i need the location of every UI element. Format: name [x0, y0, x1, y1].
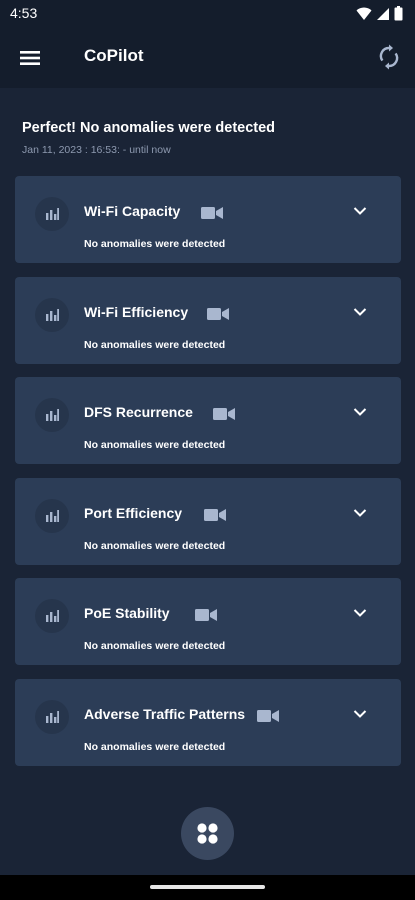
status-icons — [356, 6, 403, 21]
bar-chart-icon — [46, 208, 59, 220]
grid-menu-fab[interactable] — [181, 807, 234, 860]
video-camera-icon[interactable] — [213, 407, 235, 421]
chevron-down-icon[interactable] — [353, 307, 367, 317]
chevron-down-icon[interactable] — [353, 206, 367, 216]
card-title: Wi-Fi Efficiency — [84, 303, 189, 320]
card-status: No anomalies were detected — [84, 740, 226, 753]
card-status: No anomalies were detected — [84, 539, 226, 552]
card-title: Wi-Fi Capacity — [84, 203, 181, 219]
refresh-icon[interactable] — [377, 44, 401, 70]
bar-chart-icon — [46, 409, 59, 421]
card-badge — [35, 599, 69, 633]
app-title: CoPilot — [84, 46, 144, 65]
card-adverse-traffic-patterns[interactable]: Adverse Traffic Patterns No anomalies we… — [15, 678, 401, 766]
card-status: No anomalies were detected — [84, 439, 226, 451]
card-title: PoE Stability — [84, 605, 170, 621]
card-dfs-recurrence[interactable]: DFS Recurrence No anomalies were detecte… — [15, 377, 401, 464]
hamburger-menu-icon[interactable] — [18, 46, 42, 70]
card-status: No anomalies were detected — [84, 238, 226, 250]
card-title: Port Efficiency — [84, 504, 183, 521]
card-badge — [35, 197, 69, 231]
chevron-down-icon[interactable] — [353, 709, 367, 719]
bar-chart-icon — [46, 610, 59, 622]
card-badge — [35, 699, 69, 734]
card-status: No anomalies were detected — [84, 338, 226, 351]
bar-chart-icon — [46, 509, 59, 522]
home-gesture-handle[interactable] — [150, 885, 265, 889]
system-navigation-bar — [0, 875, 415, 900]
grid-icon — [197, 823, 218, 844]
card-poe-stability[interactable]: PoE Stability No anomalies were detected — [15, 578, 401, 665]
status-bar: 4:53 — [0, 0, 415, 28]
battery-icon — [394, 6, 403, 21]
video-camera-icon[interactable] — [195, 608, 217, 622]
card-status: No anomalies were detected — [84, 640, 226, 652]
chevron-down-icon[interactable] — [353, 608, 367, 618]
anomaly-summary: Perfect! No anomalies were detected Jan … — [22, 120, 402, 156]
bar-chart-icon — [46, 308, 59, 321]
bar-chart-icon — [46, 710, 59, 723]
wifi-icon — [356, 7, 372, 20]
video-camera-icon[interactable] — [204, 508, 226, 522]
card-badge — [35, 297, 69, 332]
summary-time-range: Jan 11, 2023 : 16:53: - until now — [22, 144, 171, 156]
insight-card-list: Wi-Fi Capacity No anomalies were detecte… — [15, 176, 401, 779]
app-bar: CoPilot — [0, 28, 415, 88]
copilot-screen: 4:53 CoPilot Perfect! No anomalies were … — [0, 0, 415, 900]
chevron-down-icon[interactable] — [353, 508, 367, 518]
summary-title: Perfect! No anomalies were detected — [22, 120, 276, 136]
card-badge — [35, 498, 69, 533]
status-time: 4:53 — [10, 5, 38, 21]
video-camera-icon[interactable] — [257, 709, 279, 723]
card-badge — [35, 398, 69, 432]
card-wifi-efficiency[interactable]: Wi-Fi Efficiency No anomalies were detec… — [15, 276, 401, 364]
card-wifi-capacity[interactable]: Wi-Fi Capacity No anomalies were detecte… — [15, 176, 401, 263]
card-title: Adverse Traffic Patterns — [84, 705, 246, 722]
card-port-efficiency[interactable]: Port Efficiency No anomalies were detect… — [15, 477, 401, 565]
video-camera-icon[interactable] — [201, 206, 223, 220]
chevron-down-icon[interactable] — [353, 407, 367, 417]
video-camera-icon[interactable] — [207, 307, 229, 321]
card-title: DFS Recurrence — [84, 404, 193, 420]
cellular-signal-icon — [377, 7, 389, 20]
